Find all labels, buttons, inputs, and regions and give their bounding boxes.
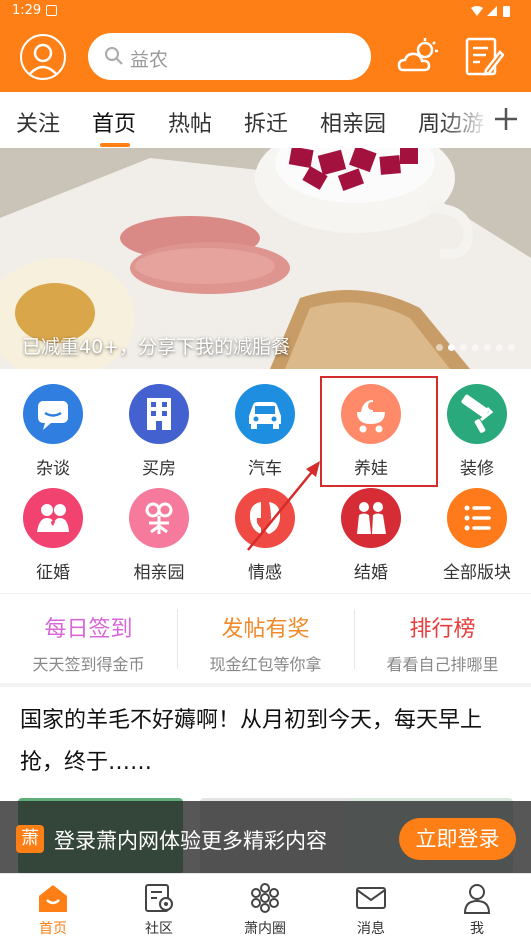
car-icon	[235, 384, 295, 444]
tab-follow[interactable]: 关注	[16, 106, 60, 138]
search-icon	[105, 47, 123, 65]
app-logo: 萧	[16, 825, 44, 853]
building-icon	[129, 384, 189, 444]
status-time: 1:29	[12, 3, 42, 18]
tab-demolition[interactable]: 拆迁	[244, 106, 288, 138]
nav-circle[interactable]: 萧内圈	[225, 882, 305, 938]
nav-label: 萧内圈	[244, 921, 286, 937]
notification-icon	[46, 5, 57, 16]
category-renovation[interactable]: 装修	[432, 384, 522, 489]
feature-row: 每日签到 天天签到得金币 发帖有奖 现金红包等你拿 排行榜 看看自己排哪里	[0, 597, 531, 683]
bottom-navigation: 首页 社区 萧内圈 消息 我	[0, 873, 531, 944]
carousel-dot	[436, 344, 443, 351]
nav-label: 首页	[39, 921, 67, 937]
feature-subtitle: 看看自己排哪里	[386, 655, 499, 674]
circle-icon	[248, 882, 282, 914]
search-placeholder: 益农	[130, 49, 169, 71]
paint-roller-icon	[447, 384, 507, 444]
category-wedding[interactable]: 结婚	[326, 488, 416, 593]
channel-tabs: 关注 首页 热帖 拆迁 相亲园 周边游	[0, 92, 531, 148]
annotation-arrow	[247, 461, 320, 551]
wedding-icon	[341, 488, 401, 548]
feature-title: 排行榜	[409, 617, 476, 642]
compose-icon[interactable]	[464, 36, 505, 78]
search-input[interactable]: 益农	[88, 33, 371, 80]
category-label: 情感	[248, 563, 282, 583]
category-label: 全部版块	[443, 563, 511, 583]
banner-carousel[interactable]: 已减重40+，分享下我的减脂餐	[0, 148, 531, 369]
category-label: 结婚	[354, 563, 388, 583]
category-label: 买房	[142, 459, 176, 479]
add-tab-icon[interactable]	[490, 100, 522, 138]
feature-subtitle: 天天签到得金币	[32, 655, 145, 674]
nav-messages[interactable]: 消息	[331, 882, 411, 938]
category-matchmaking[interactable]: 相亲园	[114, 488, 204, 593]
login-button[interactable]: 立即登录	[399, 818, 516, 860]
community-icon	[142, 882, 176, 914]
nav-label: 我	[470, 921, 484, 937]
nav-home[interactable]: 首页	[13, 882, 93, 938]
message-icon	[354, 882, 388, 914]
profile-icon	[460, 882, 494, 914]
nav-label: 消息	[357, 921, 385, 937]
banner-caption: 已减重40+，分享下我的减脂餐	[22, 336, 291, 358]
carousel-dot	[472, 344, 479, 351]
weather-icon[interactable]	[397, 36, 441, 76]
leaderboard-button[interactable]: 排行榜 看看自己排哪里	[354, 597, 531, 683]
couple-icon	[23, 488, 83, 548]
list-icon	[447, 488, 507, 548]
category-chat[interactable]: 杂谈	[8, 384, 98, 489]
category-marriage-seeking[interactable]: 征婚	[8, 488, 98, 593]
post-title[interactable]: 国家的羊毛不好薅啊！从月初到今天，每天早上抢，终于……	[20, 700, 515, 784]
highlight-box	[320, 376, 438, 487]
category-all-boards[interactable]: 全部版块	[432, 488, 522, 593]
category-label: 装修	[460, 459, 494, 479]
status-icons	[471, 6, 510, 17]
post-reward-button[interactable]: 发帖有奖 现金红包等你拿	[177, 597, 354, 683]
carousel-dot	[508, 344, 515, 351]
tab-matchmaking[interactable]: 相亲园	[320, 106, 386, 138]
status-bar: 1:29	[0, 0, 531, 22]
login-prompt-text: 登录萧内网体验更多精彩内容	[54, 829, 327, 853]
active-tab-indicator	[100, 143, 130, 147]
feature-subtitle: 现金红包等你拿	[209, 655, 322, 674]
category-label: 征婚	[36, 563, 70, 583]
tab-home[interactable]: 首页	[92, 106, 136, 138]
nav-community[interactable]: 社区	[119, 882, 199, 938]
matchmaking-icon	[129, 488, 189, 548]
category-label: 杂谈	[36, 459, 70, 479]
nav-profile[interactable]: 我	[437, 882, 517, 938]
top-header: 益农	[0, 22, 531, 92]
nav-label: 社区	[145, 921, 173, 937]
carousel-dot-active	[448, 344, 455, 351]
user-avatar-icon[interactable]	[20, 34, 66, 80]
carousel-dot	[460, 344, 467, 351]
tab-hot-posts[interactable]: 热帖	[168, 106, 212, 138]
category-label: 相亲园	[133, 563, 185, 583]
carousel-dot	[496, 344, 503, 351]
chat-icon	[23, 384, 83, 444]
daily-checkin-button[interactable]: 每日签到 天天签到得金币	[0, 597, 177, 683]
feature-title: 发帖有奖	[221, 617, 310, 642]
feature-title: 每日签到	[44, 617, 133, 642]
category-house[interactable]: 买房	[114, 384, 204, 489]
login-prompt-bar: 萧 登录萧内网体验更多精彩内容 立即登录	[0, 801, 531, 873]
home-icon	[36, 882, 70, 914]
carousel-dot	[484, 344, 491, 351]
